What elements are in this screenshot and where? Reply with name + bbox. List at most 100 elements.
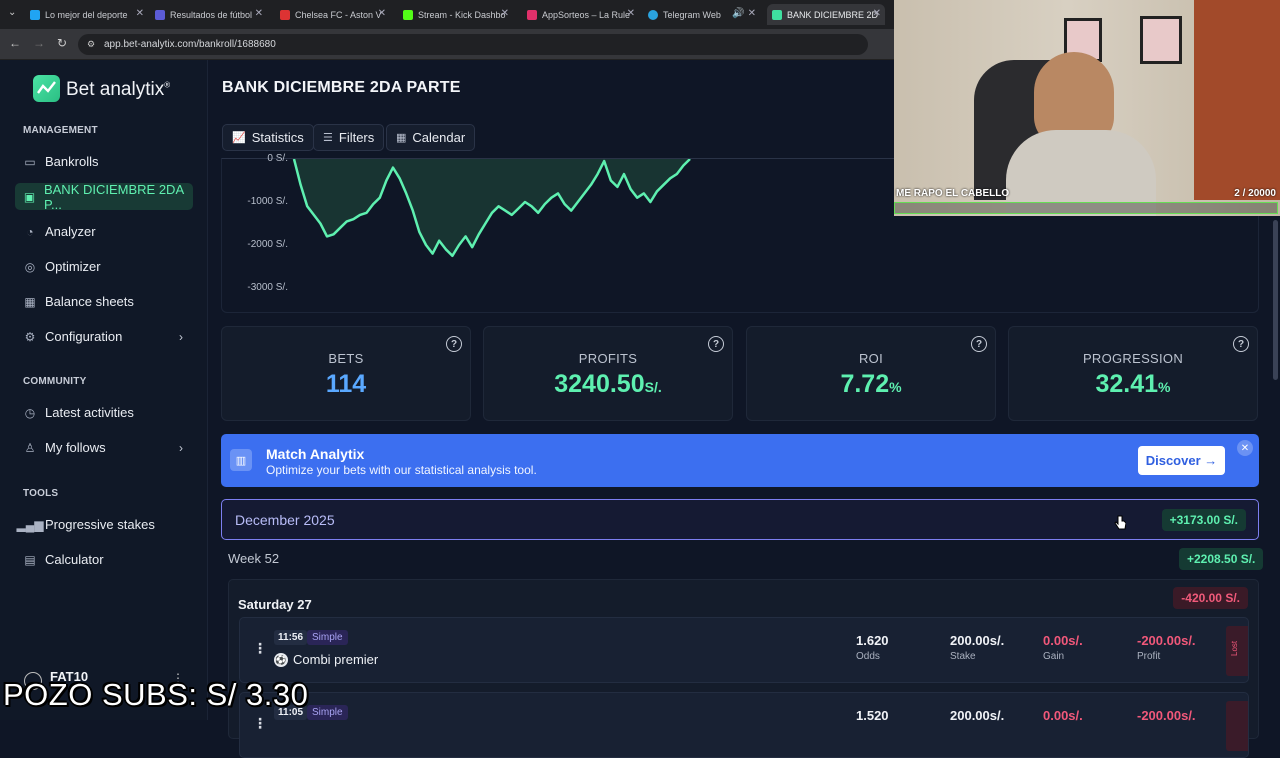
help-icon[interactable]: ? [708, 336, 724, 352]
close-icon[interactable]: ✕ [136, 8, 144, 19]
tab-favicon-icon [30, 9, 40, 20]
sidebar-item-latest-activities[interactable]: ◷ Latest activities [15, 399, 193, 426]
calendar-button[interactable]: ▦ Calendar [386, 124, 476, 151]
sidebar-item-bankrolls[interactable]: ▭ Bankrolls [15, 148, 193, 175]
browser-tab[interactable]: Stream - Kick Dashbo ✕ [403, 4, 513, 25]
month-header[interactable]: December 2025 +3173.00 S/. [221, 499, 1259, 540]
tab-favicon-icon [155, 9, 165, 20]
back-icon[interactable]: ← [9, 36, 21, 50]
bet-type-badge: Simple [307, 630, 348, 645]
chevron-right-icon: › [179, 440, 183, 455]
calculator-icon: ▤ [24, 552, 36, 567]
banner-title: Match Analytix [266, 446, 365, 462]
sidebar-item-progressive-stakes[interactable]: ▂▄▆ Progressive stakes [15, 511, 193, 538]
browser-tab[interactable]: Telegram Web 🔊 ✕ [648, 4, 760, 25]
help-icon[interactable]: ? [971, 336, 987, 352]
browser-tab[interactable]: AppSorteos – La Rule ✕ [527, 4, 639, 25]
bet-status-tag: Lost [1226, 626, 1248, 676]
bet-time: 11:56 [274, 630, 308, 645]
sidebar-item-calculator[interactable]: ▤ Calculator [15, 546, 193, 573]
close-icon[interactable]: ✕ [501, 8, 509, 19]
page-title: BANK DICIEMBRE 2DA PARTE [222, 79, 461, 96]
logo-text[interactable]: Bet analytix® [66, 79, 170, 101]
forward-icon[interactable]: → [33, 36, 45, 50]
pozo-subs-overlay: POZO SUBS: S/ 3.30 [3, 677, 309, 712]
match-analytix-banner: ▥ Match Analytix Optimize your bets with… [221, 434, 1259, 487]
reload-icon[interactable]: ↻ [57, 36, 67, 50]
bet-type-badge: Simple [307, 705, 348, 720]
soccer-ball-icon: ⚽ [274, 653, 288, 667]
stat-label: PROFITS [578, 351, 638, 366]
section-title-tools: TOOLS [23, 488, 59, 499]
bet-stake: 200.00s/. [950, 708, 1005, 723]
close-icon[interactable]: ✕ [1237, 440, 1253, 456]
speaker-icon[interactable]: 🔊 [732, 8, 744, 19]
close-icon[interactable]: ✕ [378, 8, 386, 19]
tab-favicon-icon [772, 9, 782, 20]
tab-search-icon[interactable]: ⌄ [8, 7, 16, 18]
bet-gain: 0.00s/. [1043, 708, 1083, 723]
stat-value: 32.41% [1095, 370, 1171, 398]
browser-tab[interactable]: Lo mejor del deporte ✕ [30, 4, 148, 25]
sidebar-item-balance-sheets[interactable]: ▦ Balance sheets [15, 288, 193, 315]
more-icon[interactable]: ⋮ [253, 640, 267, 657]
bet-profit: -200.00s/. Profit [1137, 633, 1196, 662]
sidebar-item-analyzer[interactable]: ◔ Analyzer [15, 218, 193, 245]
stat-card-bets: ? BETS 114 [221, 326, 471, 421]
browser-tab-active[interactable]: BANK DICIEMBRE 2D ✕ [767, 4, 885, 25]
filter-icon: ☰ [323, 132, 333, 144]
url-field[interactable]: ⚙ app.bet-analytix.com/bankroll/1688680 [78, 34, 868, 55]
help-icon[interactable]: ? [446, 336, 462, 352]
bet-stake: 200.00s/. Stake [950, 633, 1005, 662]
user-icon: ♙ [24, 440, 36, 455]
tab-favicon-icon [527, 9, 537, 20]
close-icon[interactable]: ✕ [873, 8, 881, 19]
logo-icon [33, 75, 60, 102]
close-icon[interactable]: ✕ [748, 8, 756, 19]
clock-icon: ◷ [24, 405, 36, 420]
statistics-button[interactable]: 📈 Statistics [222, 124, 314, 151]
sidebar-item-optimizer[interactable]: ◎ Optimizer [15, 253, 193, 280]
stat-card-progression: ? PROGRESSION 32.41% [1008, 326, 1258, 421]
bet-name: Combi premier [293, 652, 379, 667]
help-icon[interactable]: ? [1233, 336, 1249, 352]
stat-label: ROI [858, 351, 883, 366]
day-total-badge: -420.00 S/. [1173, 587, 1248, 609]
banner-subtitle: Optimize your bets with our statistical … [266, 463, 537, 477]
browser-tab[interactable]: Chelsea FC - Aston V ✕ [280, 4, 390, 25]
more-icon[interactable]: ⋮ [253, 715, 267, 732]
section-title-management: MANAGEMENT [23, 125, 98, 136]
scrollbar[interactable] [1273, 220, 1278, 380]
webcam-overlay: ME RAPO EL CABELLO 2 / 20000 [894, 0, 1280, 216]
webcam-caption: ME RAPO EL CABELLO [896, 188, 1010, 199]
day-card: Saturday 27 -420.00 S/. ⋮ 11:56 Simple ⚽… [228, 579, 1259, 758]
close-icon[interactable]: ✕ [255, 8, 263, 19]
hand-cursor-icon [1114, 515, 1126, 530]
section-title-community: COMMUNITY [23, 376, 87, 387]
tab-favicon-icon [648, 9, 658, 20]
chart-icon: 📈 [232, 132, 246, 144]
sidebar: Bet analytix® MANAGEMENT ▭ Bankrolls ▣ BAN… [0, 60, 208, 720]
stat-card-profits: ? PROFITS 3240.50S/. [483, 326, 733, 421]
bet-status-tag [1226, 701, 1248, 751]
filters-button[interactable]: ☰ Filters [313, 124, 385, 151]
site-info-icon[interactable]: ⚙ [87, 39, 95, 50]
bet-odds: 1.620 Odds [856, 633, 889, 662]
bet-row[interactable]: ⋮ 11:56 Simple ⚽ Combi premier 1.620 Odds… [239, 617, 1249, 683]
bet-gain: 0.00s/. Gain [1043, 633, 1083, 662]
week-label: Week 52 [228, 551, 280, 566]
browser-tab[interactable]: Resultados de fútbol ✕ [155, 4, 267, 25]
month-total-badge: +3173.00 S/. [1161, 509, 1246, 531]
gear-icon: ⚙ [24, 329, 36, 344]
goal-progress-bar [894, 202, 1278, 214]
sidebar-item-bankroll-active[interactable]: ▣ BANK DICIEMBRE 2DA P... [15, 182, 193, 212]
bet-odds: 1.520 [856, 708, 889, 723]
bars-icon: ▂▄▆ [16, 517, 44, 532]
bet-row[interactable]: ⋮ 11:05 Simple 1.520 200.00s/. 0.00s/. -… [239, 692, 1249, 758]
sidebar-item-my-follows[interactable]: ♙ My follows › [15, 434, 193, 461]
wallet-icon: ▭ [24, 154, 36, 169]
close-icon[interactable]: ✕ [627, 8, 635, 19]
sidebar-item-configuration[interactable]: ⚙ Configuration › [15, 323, 193, 350]
stat-value: 7.72% [840, 370, 902, 398]
discover-button[interactable]: Discover → [1138, 446, 1225, 475]
